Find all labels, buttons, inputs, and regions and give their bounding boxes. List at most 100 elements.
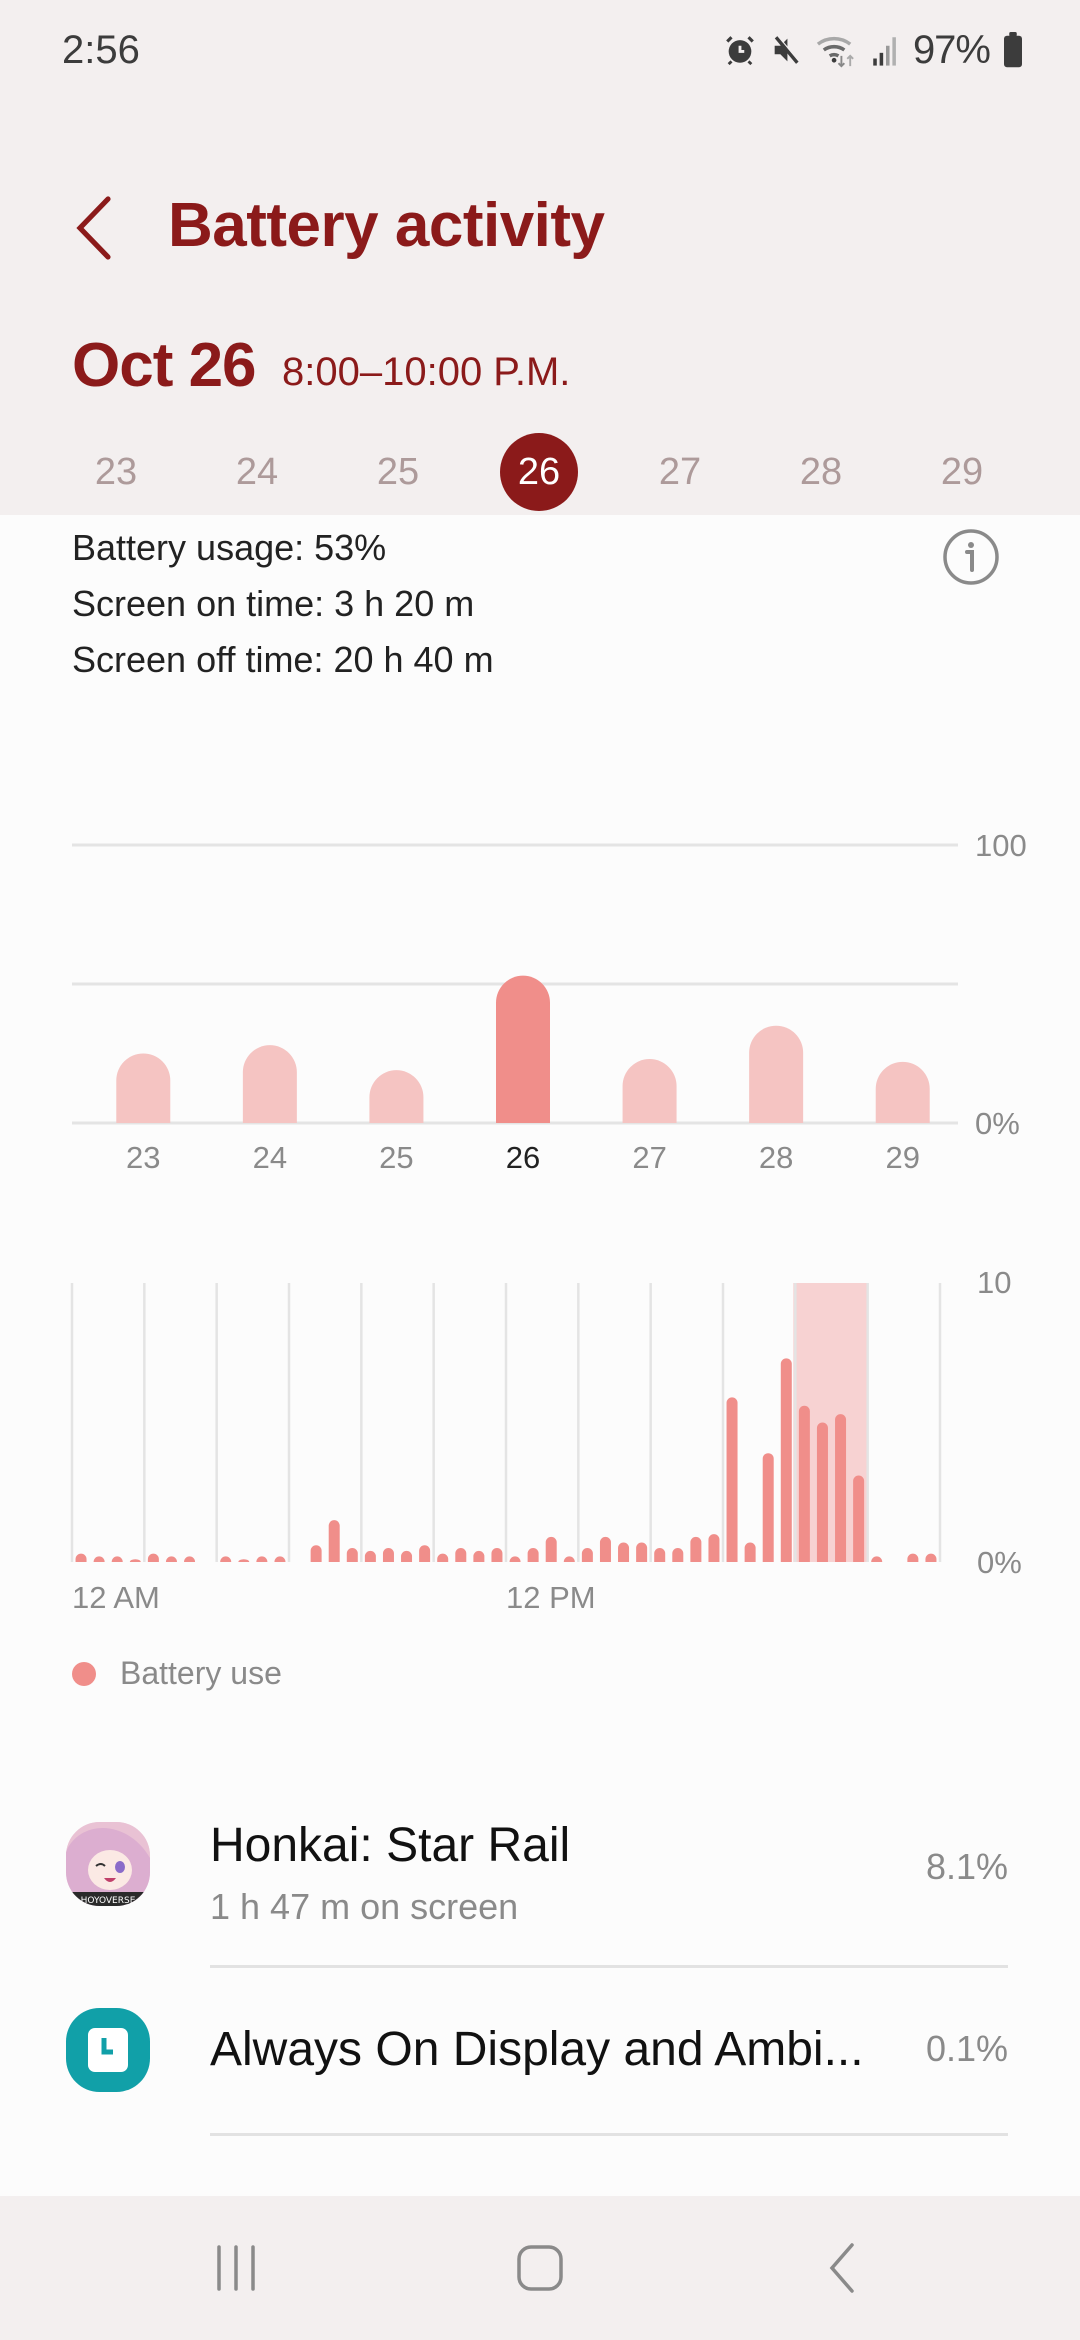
day-29[interactable]: 29 <box>920 430 1004 514</box>
hourly-bar[interactable] <box>907 1553 919 1562</box>
hourly-bar[interactable] <box>328 1520 340 1562</box>
app-row-honkai[interactable]: HOYOVERSE Honkai: Star Rail 1 h 47 m on … <box>0 1800 1080 1960</box>
signal-icon <box>871 33 901 67</box>
hourly-bar[interactable] <box>129 1559 141 1562</box>
day-28[interactable]: 28 <box>779 430 863 514</box>
hourly-bar[interactable] <box>925 1553 937 1562</box>
x-axis-label-25: 25 <box>379 1140 413 1175</box>
hourly-bar[interactable] <box>165 1556 177 1562</box>
daily-bar-28[interactable] <box>749 1025 804 1123</box>
hourly-bar[interactable] <box>419 1545 431 1562</box>
hourly-bar[interactable] <box>437 1553 449 1562</box>
daily-bar-25[interactable] <box>369 1070 424 1123</box>
hourly-bar[interactable] <box>184 1556 196 1562</box>
hourly-bar[interactable] <box>238 1559 250 1562</box>
app-row-clipped[interactable] <box>0 2136 1080 2196</box>
day-24[interactable]: 24 <box>215 430 299 514</box>
x-axis-label-24: 24 <box>253 1140 287 1175</box>
hourly-bar[interactable] <box>563 1556 575 1562</box>
chart-legend: Battery use <box>72 1655 282 1692</box>
x-axis-label-26: 26 <box>506 1140 540 1175</box>
app-usage-percent: 8.1% <box>925 1846 1008 1887</box>
x-axis-label-28: 28 <box>759 1140 793 1175</box>
hourly-bar[interactable] <box>256 1556 268 1562</box>
hourly-bar[interactable] <box>744 1542 756 1562</box>
hourly-bar[interactable] <box>672 1548 684 1562</box>
daily-bar-26[interactable] <box>496 975 550 1123</box>
day-26[interactable]: 26 <box>500 433 578 511</box>
hourly-bar[interactable] <box>798 1405 810 1562</box>
y-axis-label-min: 0% <box>975 1106 1020 1141</box>
hourly-bar[interactable] <box>220 1556 232 1562</box>
hourly-bar[interactable] <box>401 1550 413 1562</box>
y-axis-label-min: 0% <box>977 1545 1022 1580</box>
app-name: Always On Display and Ambi... <box>210 2023 864 2076</box>
hourly-bar[interactable] <box>274 1556 286 1562</box>
app-row-always-on-display[interactable]: Always On Display and Ambi... 0.1% <box>0 1968 1080 2132</box>
hourly-usage-chart: 10 0% 12 AM 12 PM <box>0 1250 1080 1630</box>
battery-usage-text: Battery usage: 53% <box>72 527 387 568</box>
hourly-bar[interactable] <box>545 1536 557 1562</box>
hourly-bar[interactable] <box>835 1414 847 1562</box>
nav-back-button[interactable] <box>782 2226 902 2310</box>
day-27[interactable]: 27 <box>638 430 722 514</box>
hourly-bar[interactable] <box>581 1548 593 1562</box>
hourly-bar[interactable] <box>599 1536 611 1562</box>
x-axis-label-29: 29 <box>885 1140 919 1175</box>
hourly-bar[interactable] <box>618 1542 630 1562</box>
day-25[interactable]: 25 <box>356 430 440 514</box>
hourly-bar[interactable] <box>527 1548 539 1562</box>
selected-time-range: 8:00–10:00 P.M. <box>282 350 571 394</box>
hourly-bar[interactable] <box>346 1548 358 1562</box>
hourly-bar[interactable] <box>853 1475 865 1562</box>
legend-label: Battery use <box>120 1655 282 1691</box>
x-axis-label: 12 AM <box>72 1580 160 1615</box>
hourly-bar[interactable] <box>382 1548 394 1562</box>
hourly-bar[interactable] <box>708 1534 720 1562</box>
hourly-bar[interactable] <box>93 1556 105 1562</box>
x-axis-label-27: 27 <box>632 1140 666 1175</box>
daily-bar-23[interactable] <box>116 1053 171 1124</box>
day-picker: 23 24 25 26 27 28 29 <box>0 430 1080 514</box>
hourly-bar[interactable] <box>147 1553 159 1562</box>
back-button[interactable] <box>64 188 124 268</box>
hourly-bar[interactable] <box>310 1545 322 1562</box>
hourly-bar[interactable] <box>111 1556 123 1562</box>
daily-bar-27[interactable] <box>622 1059 677 1123</box>
back-icon <box>829 2243 854 2293</box>
hourly-bar[interactable] <box>491 1548 503 1562</box>
daily-chart-svg: 100 0% 23 24 25 26 27 28 29 <box>72 828 1027 1175</box>
hourly-bar[interactable] <box>473 1550 485 1562</box>
daily-bar-29[interactable] <box>875 1061 930 1123</box>
navigation-bar <box>0 2196 1080 2340</box>
hourly-bar[interactable] <box>762 1453 774 1562</box>
hourly-bar[interactable] <box>509 1556 521 1562</box>
home-button[interactable] <box>480 2226 600 2310</box>
info-button[interactable] <box>942 528 1000 586</box>
hourly-bar[interactable] <box>654 1548 666 1562</box>
svg-text:HOYOVERSE: HOYOVERSE <box>81 1896 136 1906</box>
hourly-bar[interactable] <box>364 1550 376 1562</box>
hourly-bar[interactable] <box>636 1542 648 1562</box>
status-icons: 97% <box>723 26 1024 74</box>
hourly-bar[interactable] <box>816 1422 828 1563</box>
hourly-bar[interactable] <box>690 1536 702 1562</box>
hourly-bar[interactable] <box>726 1397 738 1562</box>
hourly-bar[interactable] <box>871 1556 883 1562</box>
y-axis-label-max: 100 <box>975 828 1027 863</box>
y-axis-label-max: 10 <box>977 1265 1011 1300</box>
home-icon <box>517 2245 563 2291</box>
info-icon <box>943 529 999 585</box>
recents-button[interactable] <box>176 2226 296 2310</box>
always-on-display-app-icon <box>66 2008 150 2092</box>
screen-on-time-text: Screen on time: 3 h 20 m <box>72 583 475 624</box>
hourly-bar[interactable] <box>75 1553 87 1562</box>
app-name: Honkai: Star Rail <box>210 1819 571 1872</box>
honkai-star-rail-app-icon: HOYOVERSE <box>66 1822 150 1906</box>
day-23[interactable]: 23 <box>74 430 158 514</box>
hourly-bar[interactable] <box>455 1548 467 1562</box>
hourly-bar[interactable] <box>780 1358 792 1562</box>
recents-icon <box>217 2245 255 2291</box>
daily-bar-24[interactable] <box>242 1045 297 1123</box>
wifi-icon <box>815 32 859 68</box>
